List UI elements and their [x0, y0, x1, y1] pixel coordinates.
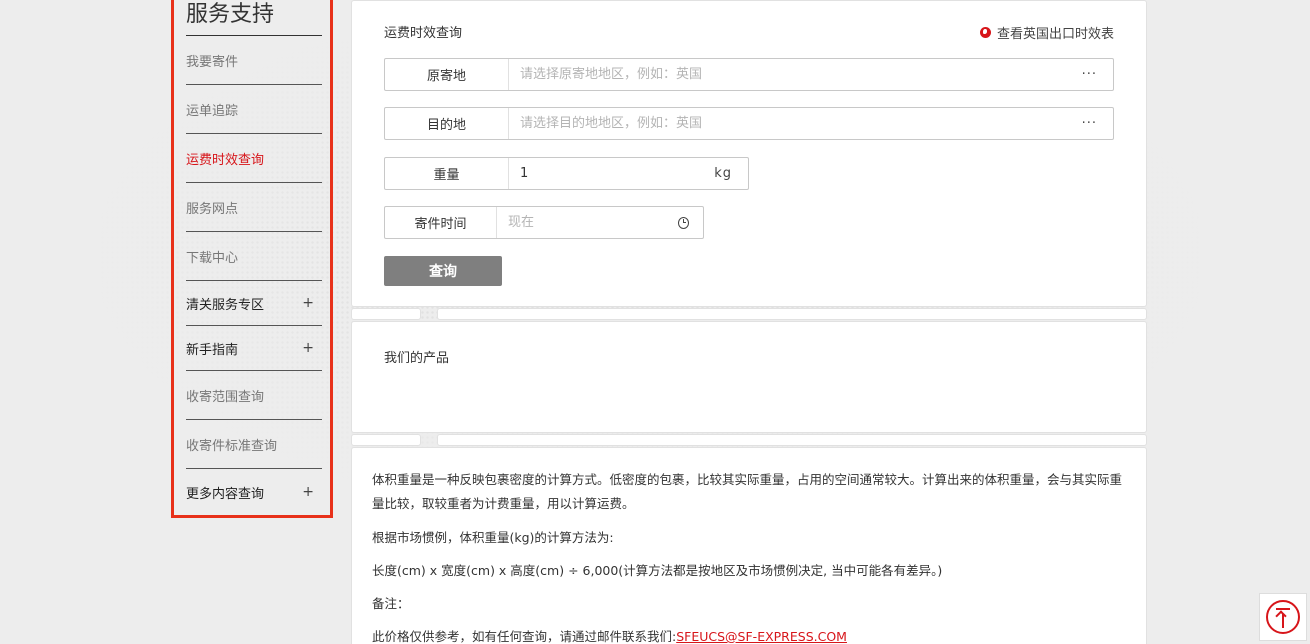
sidebar-item-label: 新手指南	[186, 342, 239, 358]
sidebar-item-customs[interactable]: 清关服务专区 +	[186, 281, 322, 326]
sidebar-item-label: 运单追踪	[186, 103, 239, 119]
contact-email-link[interactable]: SFEUCS@SF-EXPRESS.COM	[676, 629, 847, 644]
sidebar-item-label: 下载中心	[186, 250, 239, 266]
info-paragraph: 体积重量是一种反映包裹密度的计算方式。低密度的包裹，比较其实际重量，占用的空间通…	[372, 472, 1123, 511]
sidebar-item-label: 服务网点	[186, 201, 239, 217]
origin-label: 原寄地	[385, 59, 509, 90]
info-paragraph: 备注：	[372, 596, 410, 611]
scroll-to-top-button[interactable]	[1259, 593, 1307, 641]
send-time-field[interactable]: 寄件时间	[384, 206, 704, 239]
sidebar-item-guide[interactable]: 新手指南 +	[186, 326, 322, 371]
expand-plus-icon[interactable]: +	[302, 340, 314, 356]
panel-divider-tab	[437, 308, 1147, 320]
uk-timetable-link-label: 查看英国出口时效表	[996, 27, 1114, 42]
sidebar: 服务支持 我要寄件 运单追踪 运费时效查询 服务网点 下载中心 清关服务专区 +…	[171, 0, 333, 518]
origin-field[interactable]: 原寄地 ···	[384, 58, 1114, 91]
destination-label: 目的地	[385, 108, 509, 139]
contact-text: 此价格仅供参考，如有任何查询，请通过邮件联系我们:	[372, 629, 677, 644]
sidebar-item-downloads[interactable]: 下载中心	[186, 232, 322, 281]
sidebar-item-tracking[interactable]: 运单追踪	[186, 85, 322, 134]
panel-title: 运费时效查询	[384, 26, 463, 41]
origin-input[interactable]	[509, 59, 1082, 90]
sidebar-item-service-points[interactable]: 服务网点	[186, 183, 322, 232]
volumetric-weight-info: 体积重量是一种反映包裹密度的计算方式。低密度的包裹，比较其实际重量，占用的空间通…	[351, 447, 1147, 644]
panel-divider-tab	[437, 434, 1147, 446]
rate-query-panel: 运费时效查询 查看英国出口时效表 原寄地 ··· 目的地 ··· 重量 kg 寄…	[351, 0, 1147, 307]
sidebar-item-send[interactable]: 我要寄件	[186, 36, 322, 85]
panel-divider-tab	[351, 308, 421, 320]
sidebar-item-label: 更多内容查询	[186, 486, 265, 502]
info-paragraph: 根据市场惯例，体积重量(kg)的计算方法为:	[372, 530, 614, 545]
sidebar-item-label: 运费时效查询	[186, 152, 265, 168]
weight-label: 重量	[385, 158, 509, 189]
sidebar-item-coverage[interactable]: 收寄范围查询	[186, 371, 322, 420]
send-time-label: 寄件时间	[385, 207, 497, 238]
sidebar-item-label: 收寄范围查询	[186, 389, 265, 405]
weight-input[interactable]	[509, 158, 715, 189]
more-dots-icon[interactable]: ···	[1082, 67, 1113, 82]
destination-input[interactable]	[509, 108, 1082, 139]
expand-plus-icon[interactable]: +	[302, 295, 314, 311]
products-title: 我们的产品	[384, 351, 450, 366]
sidebar-item-label: 清关服务专区	[186, 297, 265, 313]
sidebar-item-standards[interactable]: 收寄件标准查询	[186, 420, 322, 469]
destination-field[interactable]: 目的地 ···	[384, 107, 1114, 140]
weight-unit: kg	[714, 166, 732, 181]
arrow-up-icon	[1266, 600, 1300, 634]
expand-plus-icon[interactable]: +	[302, 484, 314, 500]
weight-field[interactable]: 重量 kg	[384, 157, 749, 190]
uk-timetable-link[interactable]: 查看英国出口时效表	[979, 23, 1114, 42]
info-paragraph: 此价格仅供参考，如有任何查询，请通过邮件联系我们:SFEUCS@SF-EXPRE…	[372, 625, 1132, 644]
send-time-input[interactable]	[496, 207, 678, 238]
query-button[interactable]: 查询	[384, 256, 502, 286]
globe-icon	[979, 27, 991, 38]
panel-divider-tab	[351, 434, 421, 446]
clock-icon[interactable]	[677, 216, 689, 229]
sidebar-item-label: 我要寄件	[186, 54, 239, 70]
info-paragraph: 长度(cm) x 宽度(cm) x 高度(cm) ÷ 6,000(计算方法都是按…	[372, 563, 943, 578]
sidebar-item-more[interactable]: 更多内容查询 +	[186, 469, 322, 515]
sidebar-item-label: 收寄件标准查询	[186, 438, 278, 454]
more-dots-icon[interactable]: ···	[1082, 116, 1113, 131]
products-panel: 我们的产品	[351, 321, 1147, 433]
sidebar-title: 服务支持	[186, 0, 322, 36]
sidebar-item-rate-query[interactable]: 运费时效查询	[186, 134, 322, 183]
